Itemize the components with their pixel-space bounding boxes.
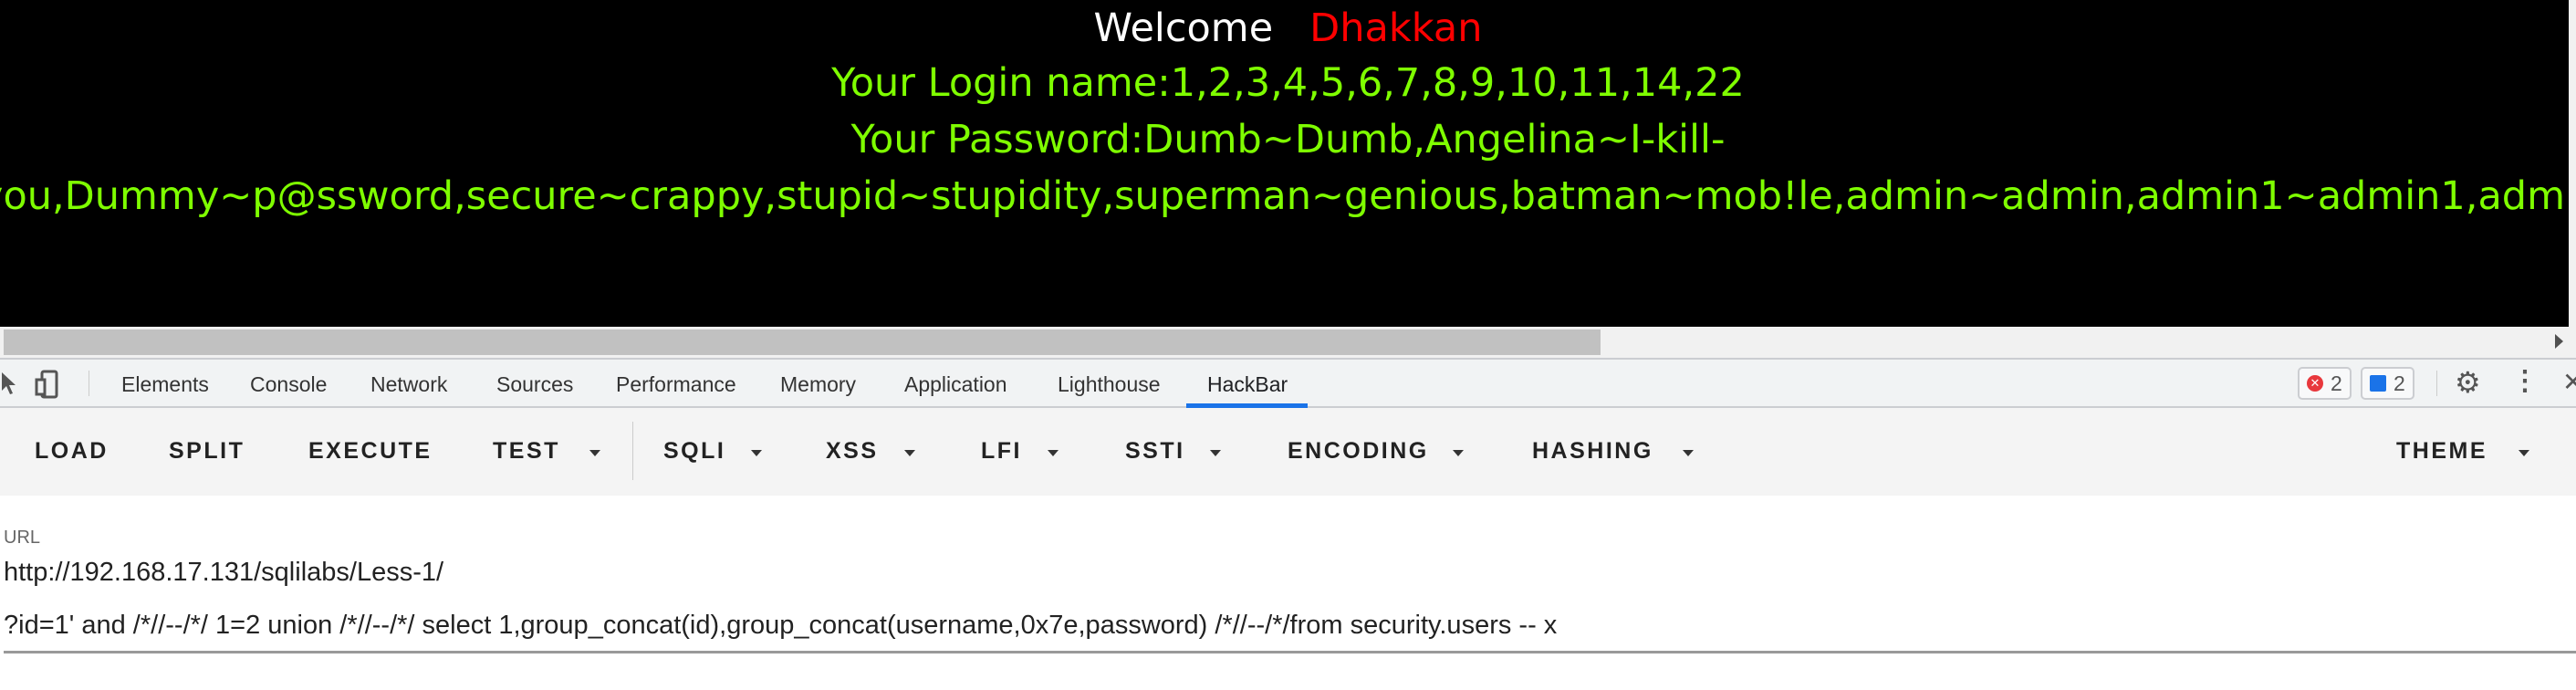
chevron-down-icon[interactable] (2519, 450, 2529, 456)
message-icon (2370, 375, 2386, 392)
encoding-menu-button[interactable]: ENCODING (1288, 438, 1429, 465)
chevron-down-icon[interactable] (589, 450, 600, 456)
tab-console[interactable]: Console (250, 372, 327, 397)
device-toolbar-icon[interactable] (35, 369, 62, 400)
more-options-icon[interactable]: ⋮ (2511, 365, 2539, 397)
tab-hackbar[interactable]: HackBar (1207, 372, 1288, 397)
chevron-down-icon[interactable] (1048, 450, 1059, 456)
welcome-line: Welcome Dhakkan (0, 5, 2576, 51)
page-content: Welcome Dhakkan Your Login name:1,2,3,4,5… (0, 0, 2576, 327)
execute-button[interactable]: EXECUTE (308, 438, 433, 465)
split-button[interactable]: SPLIT (169, 438, 245, 465)
test-menu-button[interactable]: TEST (493, 438, 560, 465)
messages-badge[interactable]: 2 (2361, 367, 2414, 400)
sqli-menu-button[interactable]: SQLI (663, 438, 725, 465)
load-button[interactable]: LOAD (35, 438, 109, 465)
message-count: 2 (2393, 371, 2405, 395)
chevron-down-icon[interactable] (751, 450, 762, 456)
horizontal-scrollbar[interactable] (0, 327, 2576, 358)
chevron-down-icon[interactable] (1683, 450, 1694, 456)
tab-memory[interactable]: Memory (780, 372, 856, 397)
ssti-menu-button[interactable]: SSTI (1125, 438, 1185, 465)
errors-badge[interactable]: ✕ 2 (2298, 367, 2352, 400)
lfi-menu-button[interactable]: LFI (981, 438, 1022, 465)
url-label: URL (4, 528, 41, 548)
chevron-down-icon[interactable] (1453, 450, 1464, 456)
login-name-line: Your Login name:1,2,3,4,5,6,7,8,9,10,11,… (831, 60, 1745, 106)
tab-elements[interactable]: Elements (121, 372, 209, 397)
hashing-menu-button[interactable]: HASHING (1532, 438, 1653, 465)
tab-performance[interactable]: Performance (616, 372, 736, 397)
devtools-tabbar: Elements Console Network Sources Perform… (0, 358, 2576, 408)
xss-menu-button[interactable]: XSS (826, 438, 879, 465)
url-field[interactable]: URL http://192.168.17.131/sqlilabs/Less-… (0, 496, 2576, 690)
close-icon[interactable]: ✕ (2562, 367, 2576, 397)
vertical-scrollbar[interactable] (2569, 0, 2576, 327)
scroll-right-arrow-icon[interactable] (2555, 334, 2563, 349)
username-text: Dhakkan (1309, 5, 1483, 51)
error-icon: ✕ (2307, 375, 2323, 392)
gear-icon[interactable]: ⚙ (2455, 365, 2481, 400)
chevron-down-icon[interactable] (1210, 450, 1221, 456)
tab-sources[interactable]: Sources (496, 372, 573, 397)
theme-menu-button[interactable]: THEME (2396, 438, 2487, 465)
toolbar-divider (632, 422, 633, 480)
tab-lighthouse[interactable]: Lighthouse (1058, 372, 1161, 397)
scrollbar-thumb[interactable] (4, 329, 1601, 355)
query-input-line[interactable]: ?id=1' and /*//--/*/ 1=2 union /*//--/*/… (4, 611, 1557, 641)
password-line-continued: you,Dummy~p@ssword,secure~crappy,stupid~… (0, 173, 2576, 219)
inspect-element-icon[interactable] (0, 369, 20, 396)
url-field-underline (4, 651, 2576, 653)
divider (2436, 371, 2437, 396)
chevron-down-icon[interactable] (904, 450, 915, 456)
url-input-line[interactable]: http://192.168.17.131/sqlilabs/Less-1/ (4, 558, 443, 588)
password-line: Your Password:Dumb~Dumb,Angelina~I-kill- (850, 117, 1726, 162)
welcome-text: Welcome (1093, 5, 1274, 51)
tab-network[interactable]: Network (370, 372, 447, 397)
hackbar-toolbar: LOAD SPLIT EXECUTE TEST SQLI XSS LFI SST… (0, 408, 2576, 496)
tab-application[interactable]: Application (904, 372, 1007, 397)
error-count: 2 (2331, 371, 2342, 395)
